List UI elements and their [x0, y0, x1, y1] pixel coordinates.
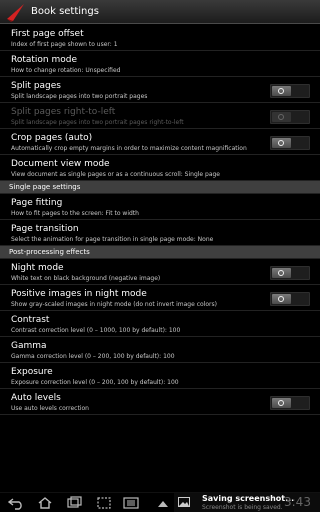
setting-summary: Select the animation for page transition…: [11, 236, 214, 243]
split-pages-right-to-left-toggle: [270, 110, 310, 124]
setting-title: Contrast: [11, 315, 50, 325]
off-circle-icon: [278, 400, 284, 406]
window-title: Book settings: [31, 6, 99, 17]
off-circle-icon: [278, 270, 284, 276]
image-icon: [178, 497, 190, 507]
setting-positive-images-in-night-mode[interactable]: Positive images in night mode Show gray-s…: [0, 285, 320, 311]
app-book-icon[interactable]: [5, 1, 27, 23]
title-bar: Book settings: [0, 0, 320, 24]
crop-pages-auto-toggle[interactable]: [270, 136, 310, 150]
setting-title: Auto levels: [11, 393, 61, 403]
setting-auto-levels[interactable]: Auto levels Use auto levels correction: [0, 389, 320, 415]
screenshot-icon[interactable]: [96, 496, 112, 510]
notification-ticker[interactable]: Saving screenshot... Screenshot is being…: [174, 493, 320, 512]
setting-title: Page fitting: [11, 198, 63, 208]
night-mode-toggle[interactable]: [270, 266, 310, 280]
positive-images-in-night-mode-toggle[interactable]: [270, 292, 310, 306]
setting-title: Document view mode: [11, 159, 110, 169]
setting-summary: Use auto levels correction: [11, 405, 89, 412]
setting-split-pages[interactable]: Split pages Split landscape pages into tw…: [0, 77, 320, 103]
notification-title: Saving screenshot...: [202, 494, 295, 503]
toggle-off-knob-icon: [272, 86, 291, 96]
setting-summary: How to fit pages to the screen: Fit to w…: [11, 210, 139, 217]
setting-page-transition[interactable]: Page transition Select the animation for …: [0, 220, 320, 246]
setting-summary: View document as single pages or as a co…: [11, 171, 220, 178]
chevron-up-icon[interactable]: [156, 497, 170, 509]
toggle-off-knob-icon: [272, 398, 291, 408]
setting-title: Page transition: [11, 224, 79, 234]
setting-summary: Gamma correction level (0 – 200, 100 by …: [11, 353, 175, 360]
off-circle-icon: [278, 88, 284, 94]
setting-summary: White text on black background (negative…: [11, 275, 161, 282]
setting-summary: Index of first page shown to user: 1: [11, 41, 118, 48]
off-circle-icon: [278, 140, 284, 146]
setting-summary: Automatically crop empty margins in orde…: [11, 145, 247, 152]
toggle-off-knob-icon: [272, 268, 291, 278]
setting-title: Rotation mode: [11, 55, 78, 65]
setting-title: Positive images in night mode: [11, 289, 147, 299]
notification-subtitle: Screenshot is being saved.: [202, 504, 283, 511]
clock: 3:43: [284, 495, 311, 509]
setting-split-pages-right-to-left: Split pages right-to-left Split landscape…: [0, 103, 320, 129]
setting-title: Night mode: [11, 263, 64, 273]
recent-apps-icon[interactable]: [66, 496, 82, 510]
home-icon[interactable]: [37, 496, 53, 510]
setting-contrast[interactable]: Contrast Contrast correction level (0 – 1…: [0, 311, 320, 337]
setting-exposure[interactable]: Exposure Exposure correction level (0 – 2…: [0, 363, 320, 389]
setting-title: Split pages: [11, 81, 61, 91]
setting-summary: Split landscape pages into two portrait …: [11, 93, 148, 100]
section-header: Post-processing effects: [0, 246, 320, 259]
setting-summary: How to change rotation: Unspecified: [11, 67, 121, 74]
setting-title: Split pages right-to-left: [11, 107, 116, 117]
toggle-off-knob-icon: [272, 112, 291, 122]
toggle-off-knob-icon: [272, 138, 291, 148]
setting-summary: Exposure correction level (0 – 200, 100 …: [11, 379, 179, 386]
system-bar: Saving screenshot... Screenshot is being…: [0, 492, 320, 512]
setting-first-page-offset[interactable]: First page offset Index of first page sho…: [0, 25, 320, 51]
off-circle-icon: [278, 114, 284, 120]
back-icon[interactable]: [8, 496, 24, 510]
setting-summary: Contrast correction level (0 – 1000, 100…: [11, 327, 181, 334]
setting-crop-pages-auto[interactable]: Crop pages (auto) Automatically crop empt…: [0, 129, 320, 155]
setting-summary: Split landscape pages into two portrait …: [11, 119, 184, 126]
menu-icon[interactable]: [123, 496, 139, 510]
setting-title: Exposure: [11, 367, 53, 377]
split-pages-toggle[interactable]: [270, 84, 310, 98]
setting-gamma[interactable]: Gamma Gamma correction level (0 – 200, 10…: [0, 337, 320, 363]
off-circle-icon: [278, 296, 284, 302]
setting-rotation-mode[interactable]: Rotation mode How to change rotation: Uns…: [0, 51, 320, 77]
setting-page-fitting[interactable]: Page fitting How to fit pages to the scre…: [0, 194, 320, 220]
setting-title: Crop pages (auto): [11, 133, 93, 143]
section-header: Single page settings: [0, 181, 320, 194]
settings-list: First page offset Index of first page sho…: [0, 25, 320, 492]
setting-summary: Show gray-scaled images in night mode (d…: [11, 301, 217, 308]
setting-document-view-mode[interactable]: Document view mode View document as singl…: [0, 155, 320, 181]
auto-levels-toggle[interactable]: [270, 396, 310, 410]
setting-night-mode[interactable]: Night mode White text on black background…: [0, 259, 320, 285]
toggle-off-knob-icon: [272, 294, 291, 304]
setting-title: Gamma: [11, 341, 47, 351]
setting-title: First page offset: [11, 29, 84, 39]
